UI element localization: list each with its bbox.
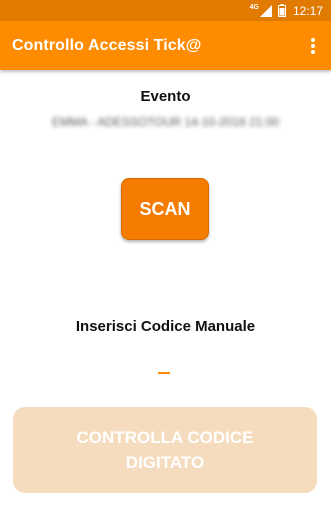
signal-icon: 4G: [249, 4, 272, 17]
manual-code-input[interactable]: [120, 355, 211, 379]
check-code-button[interactable]: CONTROLLA CODICE DIGITATO: [13, 407, 317, 493]
battery-icon: [277, 4, 286, 17]
scan-button[interactable]: SCAN: [121, 178, 209, 240]
status-bar: 4G 12:17: [0, 0, 331, 21]
input-underline: [158, 372, 170, 374]
network-type-label: 4G: [249, 4, 259, 11]
more-vert-icon[interactable]: [305, 36, 321, 56]
app-bar: Controllo Accessi Tick@: [0, 21, 331, 70]
event-name: EMMA - ADESSOTOUR 14-10-2016 21:00: [51, 115, 280, 129]
event-label: Evento: [140, 88, 191, 105]
status-time: 12:17: [292, 3, 323, 18]
app-title: Controllo Accessi Tick@: [12, 36, 202, 54]
manual-code-label: Inserisci Codice Manuale: [75, 318, 256, 335]
